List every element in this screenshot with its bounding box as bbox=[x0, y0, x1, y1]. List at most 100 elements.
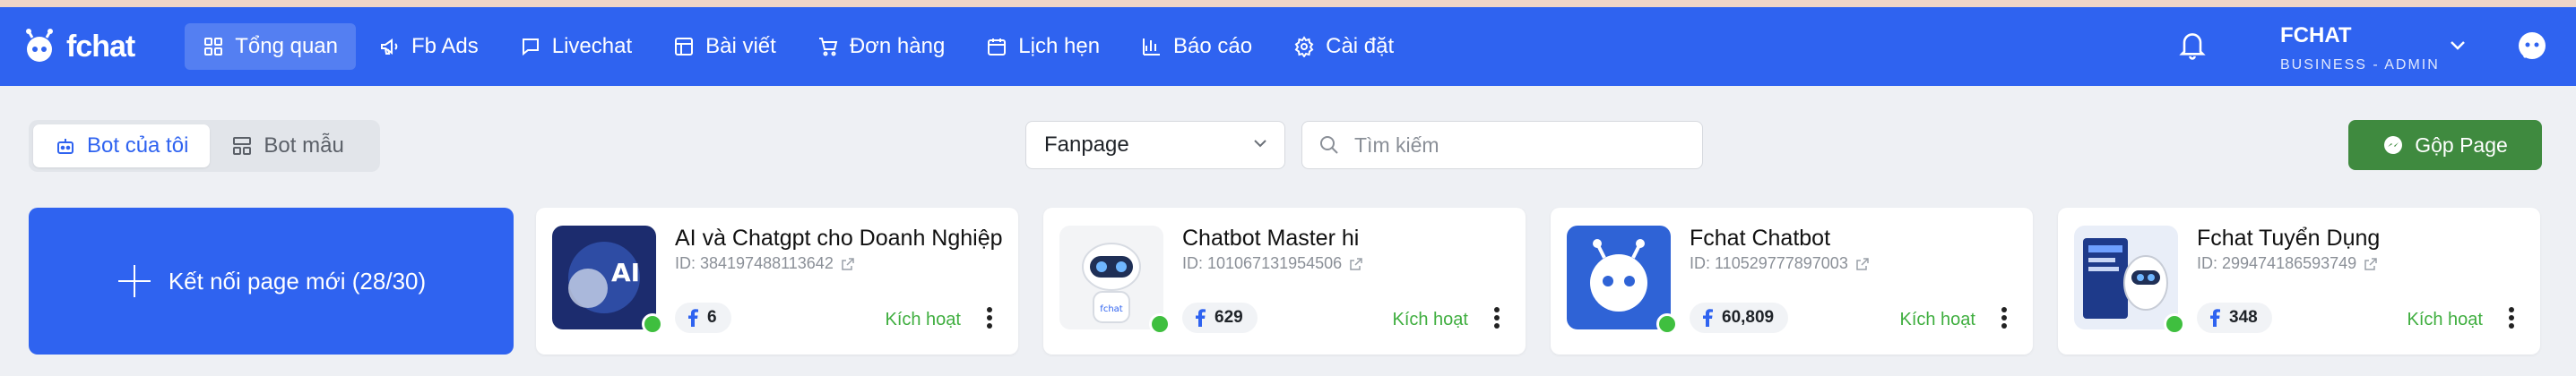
page-avatar: fchat bbox=[1059, 226, 1163, 329]
tab-my-bots[interactable]: Bot của tôi bbox=[33, 124, 211, 167]
top-accent-bar bbox=[0, 0, 2576, 7]
activate-link[interactable]: Kích hoạt bbox=[1392, 310, 1468, 330]
facebook-icon bbox=[1703, 309, 1713, 327]
dashboard-icon bbox=[204, 38, 223, 56]
plus-icon bbox=[117, 265, 151, 297]
nav-item-livechat[interactable]: Livechat bbox=[502, 23, 650, 70]
brand-logo[interactable]: fchat bbox=[20, 27, 135, 66]
more-options-icon[interactable] bbox=[1493, 306, 1500, 329]
connect-new-page-card[interactable]: Kết nối page mới (28/30) bbox=[29, 208, 514, 355]
more-options-icon[interactable] bbox=[986, 306, 993, 329]
nav-item-bao-cao[interactable]: Báo cáo bbox=[1123, 23, 1270, 70]
follower-badge: 6 bbox=[675, 303, 731, 333]
robot-icon bbox=[57, 139, 73, 154]
follower-badge: 348 bbox=[2197, 303, 2272, 333]
bar-chart-icon bbox=[1143, 38, 1161, 56]
bot-tab-switch: Bot của tôi Bot mẫu bbox=[29, 120, 380, 172]
nav-item-tong-quan[interactable]: Tổng quan bbox=[185, 23, 356, 70]
search-box bbox=[1301, 121, 1703, 169]
nav-item-fb-ads[interactable]: Fb Ads bbox=[361, 23, 497, 70]
follower-count: 60,809 bbox=[1722, 308, 1775, 327]
page-id-text: ID: 384197488113642 bbox=[675, 254, 834, 272]
page-id: ID: 299474186593749 bbox=[2197, 254, 2378, 273]
messenger-bot-icon[interactable] bbox=[2517, 30, 2547, 61]
page-avatar bbox=[2074, 226, 2178, 329]
online-status-dot bbox=[1149, 313, 1171, 335]
page-name: Chatbot Master hi bbox=[1182, 226, 1360, 251]
user-menu[interactable]: FCHAT BUSINESS - ADMIN bbox=[2280, 23, 2440, 73]
page-card[interactable]: Fchat Tuyển Dụng ID: 299474186593749 348… bbox=[2058, 208, 2540, 355]
facebook-icon bbox=[1196, 309, 1206, 327]
user-name: FCHAT bbox=[2280, 23, 2352, 47]
facebook-icon bbox=[2210, 309, 2220, 327]
bell-icon[interactable] bbox=[2178, 29, 2207, 61]
page-name: Fchat Chatbot bbox=[1690, 226, 1831, 251]
follower-count: 6 bbox=[707, 308, 717, 327]
follower-badge: 60,809 bbox=[1690, 303, 1789, 333]
nav-item-label: Bài viết bbox=[705, 34, 776, 58]
page-id-text: ID: 101067131954506 bbox=[1182, 254, 1343, 272]
online-status-dot bbox=[2164, 313, 2185, 335]
nav-item-label: Cài đặt bbox=[1326, 34, 1395, 58]
connect-label: Kết nối page mới (28/30) bbox=[168, 267, 427, 295]
nav-item-label: Báo cáo bbox=[1173, 34, 1253, 58]
external-link-icon[interactable] bbox=[841, 257, 855, 271]
calendar-icon bbox=[988, 38, 1007, 56]
online-status-dot bbox=[1656, 313, 1678, 335]
select-value: Fanpage bbox=[1044, 132, 1129, 157]
page-name: AI và Chatgpt cho Doanh Nghiệp bbox=[675, 226, 1003, 251]
follower-count: 629 bbox=[1215, 308, 1243, 327]
layout-icon bbox=[675, 38, 694, 56]
messenger-icon bbox=[2384, 136, 2403, 154]
avatar-fchat-text: fchat bbox=[1100, 304, 1122, 314]
template-icon bbox=[233, 137, 252, 155]
nav-item-label: Đơn hàng bbox=[849, 34, 946, 58]
nav-item-label: Tổng quan bbox=[235, 34, 338, 58]
top-navbar: fchat Tổng quan Fb Ads Livechat Bài viết… bbox=[0, 7, 2576, 86]
page-card[interactable]: fchat Chatbot Master hi ID: 101067131954… bbox=[1043, 208, 1526, 355]
page-id: ID: 110529777897003 bbox=[1690, 254, 1870, 273]
follower-badge: 629 bbox=[1182, 303, 1258, 333]
merge-label: Gộp Page bbox=[2415, 132, 2508, 157]
cart-icon bbox=[818, 38, 838, 56]
brand-name: fchat bbox=[66, 29, 135, 64]
search-input[interactable] bbox=[1354, 132, 1677, 158]
follower-count: 348 bbox=[2229, 308, 2258, 327]
page-id-text: ID: 110529777897003 bbox=[1690, 254, 1848, 272]
chevron-down-icon[interactable] bbox=[2449, 39, 2467, 52]
page-type-select[interactable]: Fanpage bbox=[1025, 121, 1285, 169]
online-status-dot bbox=[642, 313, 663, 335]
user-role: BUSINESS - ADMIN bbox=[2280, 57, 2440, 73]
activate-link[interactable]: Kích hoạt bbox=[2407, 310, 2483, 330]
search-icon bbox=[1320, 136, 1338, 154]
page-name: Fchat Tuyển Dụng bbox=[2197, 226, 2381, 251]
page-id: ID: 101067131954506 bbox=[1182, 254, 1363, 273]
more-options-icon[interactable] bbox=[2508, 306, 2515, 329]
page-avatar: AI bbox=[552, 226, 656, 329]
external-link-icon[interactable] bbox=[2364, 257, 2378, 271]
chevron-down-icon bbox=[1254, 140, 1266, 148]
nav-item-don-hang[interactable]: Đơn hàng bbox=[800, 23, 963, 70]
nav-item-lich-hen[interactable]: Lịch hẹn bbox=[968, 23, 1118, 70]
page-id: ID: 384197488113642 bbox=[675, 254, 855, 273]
megaphone-icon bbox=[381, 38, 398, 55]
external-link-icon[interactable] bbox=[1349, 257, 1363, 271]
tab-label: Bot mẫu bbox=[264, 133, 344, 158]
nav-item-cai-dat[interactable]: Cài đặt bbox=[1275, 23, 1412, 70]
page-card[interactable]: Fchat Chatbot ID: 110529777897003 60,809… bbox=[1551, 208, 2033, 355]
chat-bubble-icon bbox=[522, 38, 539, 56]
merge-page-button[interactable]: Gộp Page bbox=[2348, 120, 2542, 170]
more-options-icon[interactable] bbox=[2001, 306, 2008, 329]
avatar-ai-text: AI bbox=[611, 258, 640, 287]
page-card[interactable]: AI AI và Chatgpt cho Doanh Nghiệp ID: 38… bbox=[536, 208, 1018, 355]
nav-item-bai-viet[interactable]: Bài viết bbox=[655, 23, 794, 70]
tab-template-bots[interactable]: Bot mẫu bbox=[210, 124, 365, 167]
activate-link[interactable]: Kích hoạt bbox=[885, 310, 961, 330]
external-link-icon[interactable] bbox=[1855, 257, 1870, 271]
nav-item-label: Livechat bbox=[551, 34, 633, 58]
page-id-text: ID: 299474186593749 bbox=[2197, 254, 2357, 272]
main-menu: Tổng quan Fb Ads Livechat Bài viết Đơn h… bbox=[185, 23, 1417, 70]
activate-link[interactable]: Kích hoạt bbox=[1899, 310, 1975, 330]
tab-label: Bot của tôi bbox=[87, 133, 189, 158]
gear-icon bbox=[1294, 36, 1314, 57]
